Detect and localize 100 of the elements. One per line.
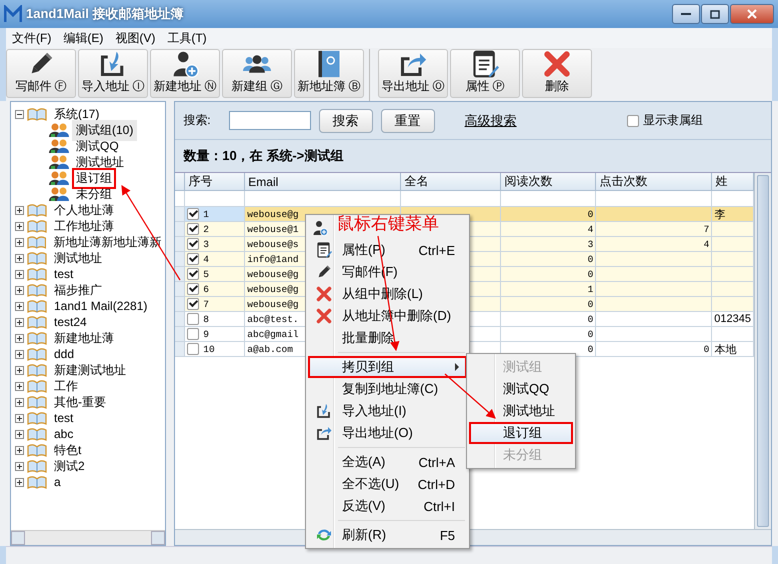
add-person-icon <box>312 220 328 236</box>
checkbox[interactable] <box>187 313 200 325</box>
menu-item[interactable]: 反选(V) Ctrl+I <box>308 495 467 517</box>
expand-icon[interactable] <box>15 382 24 390</box>
book-icon <box>27 427 47 441</box>
toolbar-button[interactable]: 导出地址 Ⓞ <box>378 49 448 98</box>
minimize-button[interactable] <box>672 4 700 24</box>
menu-item[interactable]: 编辑(E) <box>57 30 110 46</box>
expand-icon[interactable] <box>15 222 24 230</box>
column-header[interactable]: 全名 <box>401 173 502 191</box>
expand-icon[interactable] <box>15 254 24 262</box>
menu-item[interactable]: 复制到地址簿(C) <box>308 378 467 400</box>
toolbar-button[interactable]: 新建地址 Ⓝ <box>150 49 220 98</box>
book-icon <box>27 395 47 409</box>
table-cell: 7 <box>596 222 712 237</box>
expand-icon[interactable] <box>15 398 24 406</box>
reset-button[interactable]: 重置 <box>380 108 435 132</box>
expand-icon[interactable] <box>15 446 24 454</box>
people-icon <box>49 138 69 154</box>
menu-item[interactable]: 视图(V) <box>109 30 162 46</box>
column-header[interactable]: 阅读次数 <box>501 173 596 191</box>
search-field[interactable] <box>228 111 311 130</box>
checkbox[interactable] <box>187 238 200 250</box>
expand-icon[interactable] <box>15 414 24 422</box>
table-cell: 4 <box>501 222 596 237</box>
checkbox[interactable] <box>187 268 200 280</box>
expand-icon[interactable] <box>15 270 24 278</box>
table-cell: 1 <box>501 282 596 297</box>
menu-item[interactable]: 测试QQ <box>469 378 573 400</box>
checkbox[interactable] <box>627 114 639 126</box>
checkbox[interactable] <box>187 253 200 265</box>
tree-item[interactable]: 测试组(10) <box>72 120 138 140</box>
table-cell <box>712 237 754 252</box>
expand-icon[interactable] <box>15 350 24 358</box>
maximize-button[interactable] <box>701 4 729 24</box>
menu-item[interactable]: 文件(F) <box>6 30 58 46</box>
menu-item[interactable]: 工具(T) <box>161 30 213 46</box>
menu-item[interactable]: 全选(A) Ctrl+A <box>308 451 467 473</box>
book-icon <box>27 363 47 377</box>
menu-item[interactable]: 导出地址(O) <box>308 422 467 444</box>
expand-icon[interactable] <box>15 206 24 214</box>
toolbar-button[interactable]: 写邮件 Ⓕ <box>6 49 76 98</box>
table-cell: 0 <box>501 297 596 312</box>
maximize-icon <box>710 10 720 18</box>
expand-icon[interactable] <box>15 302 24 310</box>
table-cell: 0 <box>501 267 596 282</box>
tree-item[interactable]: 退订组 <box>72 168 116 188</box>
table-cell: 0 <box>501 252 596 267</box>
menu-item[interactable]: 刷新(R) F5 <box>308 524 467 546</box>
book-icon <box>27 299 47 313</box>
expand-icon[interactable] <box>15 478 24 486</box>
close-button[interactable] <box>730 4 774 24</box>
app-logo-icon <box>4 5 22 23</box>
expand-icon[interactable] <box>15 334 24 342</box>
checkbox[interactable] <box>187 298 200 310</box>
column-header[interactable]: 序号 <box>185 173 246 191</box>
book-icon <box>27 251 47 265</box>
book-icon <box>27 379 47 393</box>
row-header[interactable] <box>175 267 186 282</box>
menu-item[interactable]: 测试地址 <box>469 400 573 422</box>
row-number: 2 <box>203 224 209 234</box>
toolbar-button[interactable]: 删除 <box>522 49 592 98</box>
column-header[interactable]: 姓 <box>712 173 754 191</box>
row-number: 10 <box>203 344 215 354</box>
book-icon <box>27 443 47 457</box>
checkbox[interactable] <box>187 223 200 235</box>
menu-item[interactable]: 全不选(U) Ctrl+D <box>308 473 467 495</box>
people-icon <box>49 122 69 138</box>
toolbar-button[interactable]: 新建组 Ⓖ <box>222 49 292 98</box>
collapse-icon[interactable] <box>15 110 24 118</box>
expand-icon[interactable] <box>15 238 24 246</box>
toolbar-button[interactable]: 新地址簿 Ⓑ <box>294 49 364 98</box>
table-cell <box>712 222 754 237</box>
vertical-scrollbar[interactable] <box>754 173 771 529</box>
menu-item[interactable]: 退订组 <box>469 422 573 444</box>
checkbox[interactable] <box>187 343 200 355</box>
table-cell: 4 <box>596 237 712 252</box>
expand-icon[interactable] <box>15 318 24 326</box>
pencil-icon <box>316 264 332 280</box>
book-icon <box>27 411 47 425</box>
search-button[interactable]: 搜索 <box>318 108 373 132</box>
search-label: 搜索: <box>183 112 211 129</box>
checkbox[interactable] <box>187 283 200 295</box>
checkbox[interactable] <box>187 328 200 340</box>
column-header[interactable]: 点击次数 <box>596 173 712 191</box>
expand-icon[interactable] <box>15 286 24 294</box>
menu-item[interactable]: 拷贝到组 <box>308 356 467 378</box>
book-icon <box>27 219 47 233</box>
menu-item[interactable]: 导入地址(I) <box>308 400 467 422</box>
column-header[interactable]: Email <box>245 173 402 191</box>
toolbar-button[interactable]: 属性 Ⓟ <box>450 49 520 98</box>
toolbar-button[interactable]: 导入地址 Ⓘ <box>78 49 148 98</box>
expand-icon[interactable] <box>15 462 24 470</box>
row-number: 4 <box>203 254 209 264</box>
expand-icon[interactable] <box>15 430 24 438</box>
checkbox[interactable] <box>187 208 200 220</box>
people-icon <box>49 154 69 170</box>
expand-icon[interactable] <box>15 366 24 374</box>
table-cell: 0 <box>596 342 712 357</box>
advanced-search-link[interactable]: 高级搜索 <box>464 112 517 130</box>
